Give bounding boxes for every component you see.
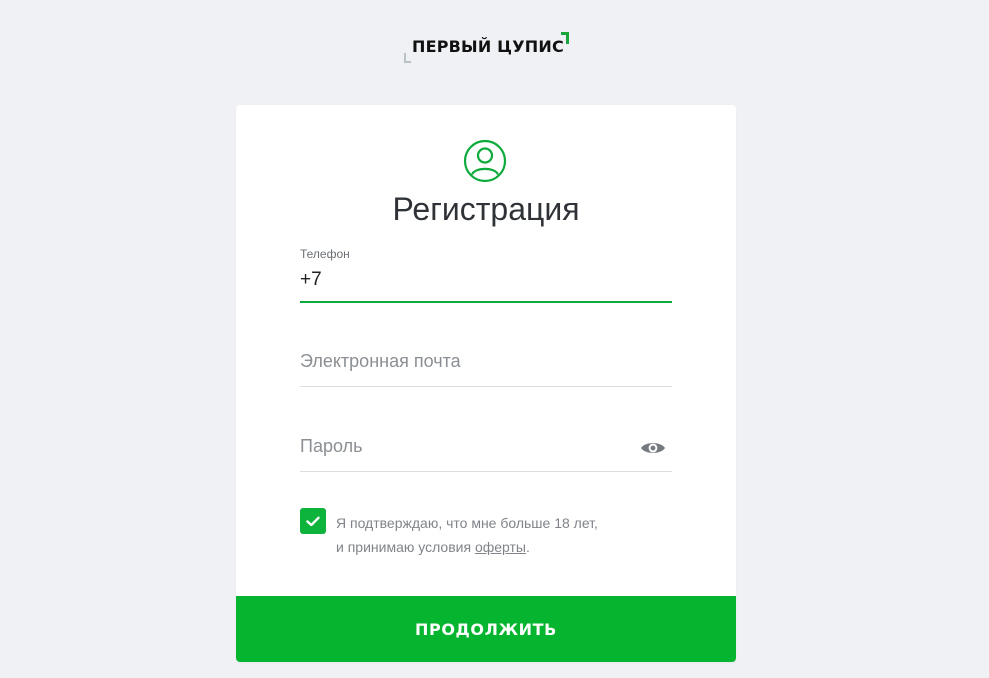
phone-label: Телефон [300,247,350,261]
email-input[interactable]: Электронная почта [300,351,461,372]
consent-line-2-suffix: . [525,539,530,555]
consent-checkbox[interactable] [300,508,326,534]
email-field[interactable]: Электронная почта [300,345,672,387]
page-title: Регистрация [392,191,580,227]
logo-corner-mark-accent [561,32,569,44]
offer-link[interactable]: оферты [475,539,526,555]
consent-line-1: Я подтверждаю, что мне больше 18 лет, [336,515,598,531]
consent-line-2: и принимаю условия оферты. [336,535,598,559]
password-field[interactable]: Пароль [300,430,672,472]
brand-logo: ПЕРВЫЙ ЦУПИС [404,30,574,66]
phone-field[interactable]: Телефон +7 [300,247,672,303]
consent-text: Я подтверждаю, что мне больше 18 лет, и … [336,511,598,559]
eye-icon[interactable] [640,440,666,456]
brand-name: ПЕРВЫЙ ЦУПИС [412,37,564,56]
user-circle-icon [463,139,507,183]
consent-line-2-prefix: и принимаю условия [336,539,475,555]
registration-card: Регистрация Телефон +7 Электронная почта… [236,105,736,662]
logo-corner-mark [404,53,411,63]
age-consent: Я подтверждаю, что мне больше 18 лет, и … [300,507,700,557]
continue-button[interactable]: ПРОДОЛЖИТЬ [236,596,736,662]
password-input[interactable]: Пароль [300,436,362,457]
checkmark-icon [306,516,320,526]
phone-input[interactable]: +7 [300,269,322,291]
